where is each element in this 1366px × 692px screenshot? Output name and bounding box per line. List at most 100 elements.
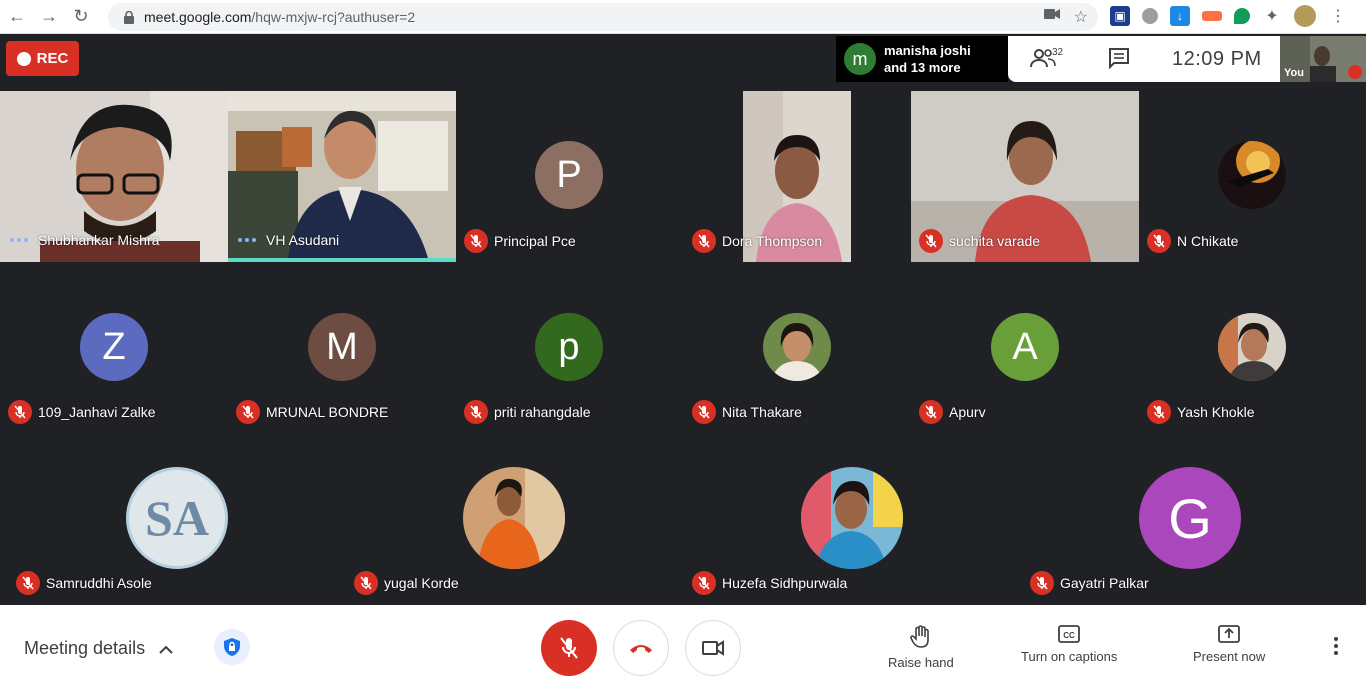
participant-avatar: G (1139, 467, 1241, 569)
participant-tile[interactable]: SA Samruddhi Asole (8, 433, 346, 604)
more-options-icon[interactable] (1326, 637, 1346, 655)
mic-off-icon (692, 571, 716, 595)
participant-avatar-photo (801, 467, 903, 569)
self-view-tile[interactable]: You (1280, 36, 1366, 82)
participant-name: suchita varade (949, 233, 1041, 249)
participant-tile[interactable]: A Apurv (911, 262, 1139, 433)
back-icon[interactable]: ← (2, 2, 32, 32)
camera-permission-icon[interactable] (1043, 7, 1060, 27)
presenter-chip[interactable]: m manisha joshi and 13 more (836, 36, 1008, 82)
participant-avatar: p (535, 313, 603, 381)
participant-tile[interactable]: P Principal Pce (456, 91, 684, 262)
participant-tile[interactable]: Dora Thompson (684, 91, 912, 262)
browser-toolbar: ← → ↻ meet.google.com/hqw-mxjw-rcj?authu… (0, 0, 1366, 34)
recording-badge: REC (6, 41, 79, 76)
participant-name: Gayatri Palkar (1060, 575, 1149, 591)
participant-name: Nita Thakare (722, 404, 802, 420)
participant-tile[interactable]: Shubhankar Mishra (0, 91, 228, 262)
mic-off-icon (692, 400, 716, 424)
forward-icon[interactable]: → (34, 2, 64, 32)
participant-name: Dora Thompson (722, 233, 823, 249)
self-label: You (1284, 67, 1304, 79)
participant-name: priti rahangdale (494, 404, 591, 420)
captions-button[interactable]: CC Turn on captions (1021, 625, 1117, 664)
svg-text:CC: CC (1063, 631, 1075, 640)
circle-extension-icon[interactable] (1142, 8, 1158, 24)
participant-tile[interactable]: M MRUNAL BONDRE (228, 262, 456, 433)
participant-tile[interactable]: p priti rahangdale (456, 262, 684, 433)
screen-extension-icon[interactable]: ▣ (1110, 6, 1130, 26)
participant-name: Shubhankar Mishra (38, 232, 160, 248)
profile-avatar[interactable] (1294, 5, 1316, 27)
leave-call-button[interactable] (613, 620, 669, 676)
participant-name: yugal Korde (384, 575, 459, 591)
participant-tile[interactable]: Z 109_Janhavi Zalke (0, 262, 228, 433)
chat-icon[interactable] (1108, 47, 1132, 71)
chat-extension-icon[interactable] (1234, 8, 1250, 24)
present-now-label: Present now (1193, 649, 1266, 664)
mic-off-icon (354, 571, 378, 595)
participant-name: Samruddhi Asole (46, 575, 152, 591)
mic-off-icon (16, 571, 40, 595)
participant-name: Yash Khokle (1177, 404, 1255, 420)
browser-menu-icon[interactable]: ⋮ (1328, 6, 1348, 26)
record-dot-icon (16, 51, 31, 66)
meet-top-panel: 12:09 PM (1008, 36, 1280, 82)
raise-hand-button[interactable]: Raise hand (888, 625, 954, 670)
download-extension-icon[interactable]: ↓ (1170, 6, 1190, 26)
mic-off-icon (464, 400, 488, 424)
closed-captions-icon: CC (1058, 625, 1081, 643)
mic-off-icon (1030, 571, 1054, 595)
participant-avatar-photo (763, 313, 831, 381)
shield-lock-icon (224, 638, 240, 656)
speaking-indicator-icon (10, 238, 28, 242)
presenter-avatar: m (844, 43, 876, 75)
present-screen-icon (1218, 625, 1241, 643)
participant-tile[interactable]: yugal Korde (346, 433, 684, 604)
address-bar[interactable]: meet.google.com/hqw-mxjw-rcj?authuser=2 … (108, 3, 1098, 31)
participant-name: Principal Pce (494, 233, 576, 249)
participant-tile-active[interactable]: VH Asudani (228, 91, 456, 262)
url-host: meet.google.com (144, 9, 252, 25)
mic-off-icon (919, 229, 943, 253)
participant-tile[interactable]: Huzefa Sidhpurwala (684, 433, 1022, 604)
meeting-clock: 12:09 PM (1172, 47, 1262, 70)
lock-icon (118, 10, 140, 24)
url-path: /hqw-mxjw-rcj?authuser=2 (251, 9, 416, 25)
participant-name: N Chikate (1177, 233, 1239, 249)
participant-avatar: Z (80, 313, 148, 381)
bookmark-star-icon[interactable]: ☆ (1074, 7, 1088, 27)
mic-off-icon (1147, 400, 1171, 424)
orange-extension-icon[interactable] (1202, 11, 1222, 21)
camera-toggle-button[interactable] (685, 620, 741, 676)
reload-icon[interactable]: ↻ (66, 2, 96, 32)
participant-avatar: A (991, 313, 1059, 381)
participant-avatar-photo (1218, 141, 1286, 209)
participant-tile[interactable]: suchita varade (911, 91, 1139, 262)
meeting-details-toggle[interactable]: Meeting details (24, 638, 173, 659)
presenter-more: and 13 more (884, 60, 961, 75)
recording-label: REC (36, 50, 69, 67)
mic-off-icon (1147, 229, 1171, 253)
hand-icon (910, 625, 929, 648)
mic-off-icon (236, 400, 260, 424)
participant-avatar-photo (463, 467, 565, 569)
present-now-button[interactable]: Present now (1193, 625, 1265, 664)
raise-hand-label: Raise hand (888, 655, 954, 670)
mic-off-icon (8, 400, 32, 424)
bottom-control-bar: Meeting details Raise hand CC Turn on ca… (0, 605, 1366, 692)
participant-avatar: M (308, 313, 376, 381)
hang-up-icon (630, 645, 652, 653)
microphone-toggle-button[interactable] (541, 620, 597, 676)
participant-tile[interactable]: G Gayatri Palkar (1022, 433, 1366, 604)
mic-off-icon (692, 229, 716, 253)
participant-tile[interactable]: Nita Thakare (684, 262, 912, 433)
participant-name: Apurv (949, 404, 986, 420)
participant-tile[interactable]: Yash Khokle (1139, 262, 1366, 433)
puzzle-icon[interactable]: ✦ (1262, 6, 1282, 26)
extensions-bar: ▣ ↓ ✦ ⋮ (1110, 5, 1348, 27)
participant-avatar-photo (1218, 313, 1286, 381)
participant-tile[interactable]: N Chikate (1139, 91, 1366, 262)
participant-avatar: SA (126, 467, 228, 569)
meeting-safety-button[interactable] (214, 629, 250, 665)
